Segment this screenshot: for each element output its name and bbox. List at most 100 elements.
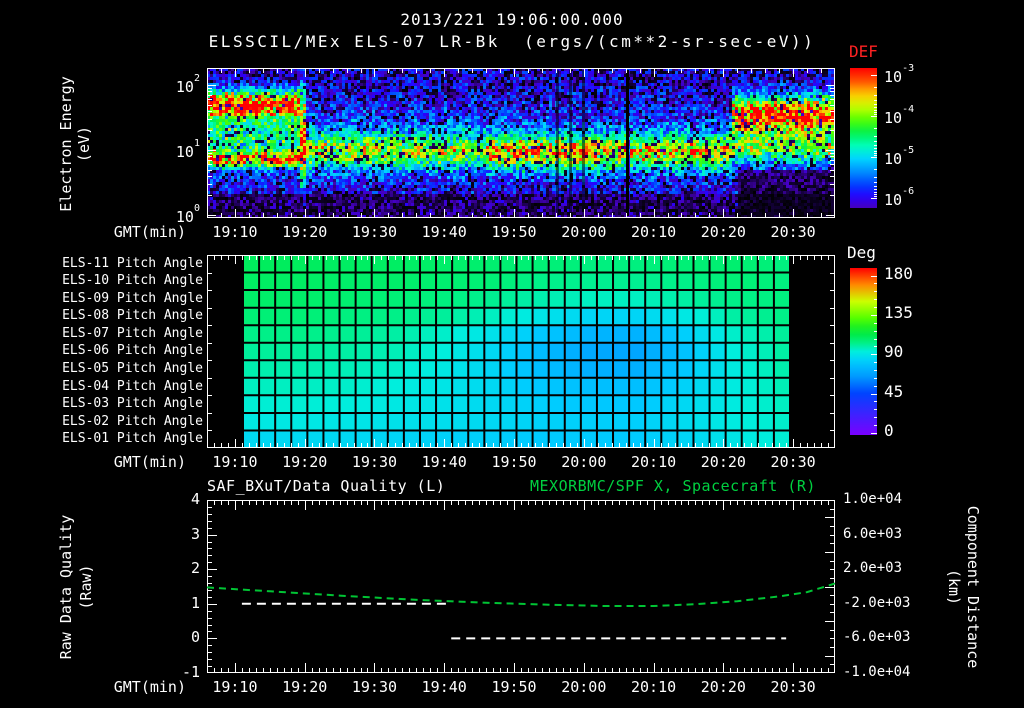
def-tick-label: 10-6 — [884, 186, 915, 209]
deg-colorbar-minor-tick — [874, 339, 877, 340]
def-colorbar-minor-tick — [874, 112, 877, 113]
x-tick-label: 19:30 — [351, 678, 398, 696]
quality-tick-label: 1 — [190, 593, 200, 612]
x-tick-label: 19:20 — [282, 678, 328, 696]
deg-colorbar-minor-tick — [874, 370, 877, 371]
x-tick-label: 19:20 — [282, 223, 328, 241]
deg-colorbar — [850, 268, 877, 435]
quality-distance-svg — [207, 500, 835, 673]
x-tick-label: 19:30 — [351, 453, 398, 471]
deg-tick-label: 180 — [884, 263, 913, 283]
app-root: 2013/221 19:06:00.000 ELSSCIL/MEx ELS-07… — [0, 0, 1024, 708]
x-tick-label: 20:10 — [630, 678, 677, 696]
x-tick-label: 20:10 — [630, 453, 677, 471]
def-colorbar-minor-tick — [874, 136, 877, 137]
def-colorbar-tick — [871, 198, 877, 199]
pitch-row-label: ELS-11 Pitch Angle — [62, 255, 203, 271]
def-colorbar-minor-tick — [874, 141, 877, 142]
x-tick-label: 19:10 — [212, 223, 258, 241]
def-colorbar-minor-tick — [874, 145, 877, 146]
deg-colorbar-minor-tick — [874, 307, 877, 308]
deg-colorbar-tick — [871, 315, 877, 316]
bottom-title-left: SAF_BXuT/Data Quality (L) — [207, 477, 446, 495]
distance-tick-label: -1.0e+04 — [843, 664, 911, 680]
quality-tick-label: 0 — [190, 628, 200, 647]
deg-colorbar-minor-tick — [874, 425, 877, 426]
def-colorbar-tick — [871, 75, 877, 76]
distance-tick-label: -2.0e+03 — [843, 594, 911, 611]
x-tick-label: 20:00 — [561, 678, 607, 696]
pitch-row-label: ELS-01 Pitch Angle — [62, 431, 203, 447]
def-colorbar-minor-tick — [874, 192, 877, 193]
x-tick-label: 19:20 — [282, 453, 328, 471]
def-colorbar-minor-tick — [874, 194, 877, 195]
bottom-left-ylabel: Raw Data Quality — [57, 514, 75, 660]
def-colorbar-minor-tick — [874, 177, 877, 178]
deg-colorbar-minor-tick — [874, 386, 877, 387]
pitch-row-label: ELS-07 Pitch Angle — [62, 325, 203, 341]
deg-tick-label: 90 — [884, 342, 904, 362]
x-tick-label: 19:10 — [212, 678, 258, 696]
def-colorbar-minor-tick — [874, 100, 877, 101]
deg-colorbar-minor-tick — [874, 378, 877, 379]
x-tick-label: 19:50 — [491, 223, 537, 241]
pitch-row-label: ELS-04 Pitch Angle — [62, 378, 203, 394]
def-colorbar — [850, 68, 877, 208]
x-tick-label: 20:10 — [630, 223, 677, 241]
def-colorbar-minor-tick — [874, 155, 877, 156]
pitch-row-label: ELS-10 Pitch Angle — [62, 273, 203, 289]
deg-colorbar-minor-tick — [874, 401, 877, 402]
def-colorbar-minor-tick — [874, 87, 877, 88]
deg-colorbar-minor-tick — [874, 331, 877, 332]
deg-tick-label: 135 — [884, 302, 913, 322]
def-colorbar-minor-tick — [874, 153, 877, 154]
def-colorbar-title: DEF — [849, 42, 878, 61]
pitch-row-label: ELS-02 Pitch Angle — [62, 413, 203, 429]
header-timestamp: 2013/221 19:06:00.000 — [400, 10, 624, 29]
x-tick-label: 20:30 — [770, 678, 816, 696]
top-ylabel-energy: Electron Energy — [57, 76, 75, 212]
def-colorbar-minor-tick — [874, 107, 877, 108]
top-ylabel-unit: (eV) — [75, 125, 93, 163]
deg-tick-label: 45 — [884, 381, 904, 401]
deg-colorbar-tick — [871, 433, 877, 434]
def-tick-label: 10-5 — [884, 145, 915, 168]
energy-tick-label: 101 — [175, 138, 200, 161]
distance-tick-label: 2.0e+03 — [843, 560, 903, 577]
deg-colorbar-minor-tick — [874, 323, 877, 324]
x-tick-label: 20:20 — [700, 678, 746, 696]
deg-colorbar-minor-tick — [874, 283, 877, 284]
x-tick-label: 20:20 — [700, 223, 746, 241]
gmt-axis-label: GMT(min) — [113, 453, 186, 471]
x-tick-label: 19:30 — [351, 223, 398, 241]
def-colorbar-minor-tick — [874, 169, 877, 170]
def-colorbar-minor-tick — [874, 128, 877, 129]
deg-colorbar-minor-tick — [874, 417, 877, 418]
deg-colorbar-tick — [871, 276, 877, 277]
x-tick-label: 20:30 — [770, 223, 816, 241]
quality-tick-label: -1 — [181, 663, 200, 681]
pitch-row-label: ELS-08 Pitch Angle — [62, 308, 203, 324]
x-tick-label: 20:00 — [561, 223, 607, 241]
def-colorbar-minor-tick — [874, 196, 877, 197]
def-colorbar-tick — [871, 116, 877, 117]
x-tick-label: 19:10 — [212, 453, 258, 471]
def-colorbar-minor-tick — [874, 148, 877, 149]
deg-colorbar-title: Deg — [847, 243, 876, 262]
quality-tick-label: 2 — [190, 559, 200, 578]
electron-spectrogram-canvas — [207, 68, 835, 218]
x-tick-label: 20:30 — [770, 453, 816, 471]
pitch-row-label: ELS-09 Pitch Angle — [62, 290, 203, 306]
x-tick-label: 19:50 — [491, 678, 537, 696]
def-tick-label: 10-3 — [884, 63, 915, 86]
pitch-angle-canvas — [207, 255, 835, 448]
gmt-axis-label: GMT(min) — [113, 223, 186, 241]
pitch-row-label: ELS-05 Pitch Angle — [62, 361, 203, 377]
def-colorbar-tick — [871, 157, 877, 158]
x-tick-label: 19:40 — [421, 453, 467, 471]
def-colorbar-minor-tick — [874, 95, 877, 96]
quality-tick-label: 3 — [190, 524, 200, 543]
bottom-right-ylabel-unit: (km) — [945, 568, 963, 606]
bottom-left-ylabel-unit: (Raw) — [77, 564, 95, 610]
deg-colorbar-minor-tick — [874, 291, 877, 292]
